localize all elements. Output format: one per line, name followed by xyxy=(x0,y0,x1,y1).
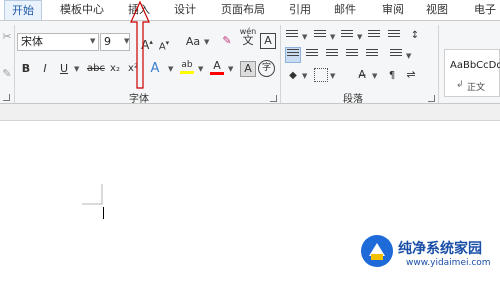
watermark-logo-icon xyxy=(361,235,393,267)
font-name-value: 宋体 xyxy=(21,35,43,48)
tab-page-layout[interactable]: 页面布局 xyxy=(221,0,265,20)
borders-dropdown-icon[interactable]: ▼ xyxy=(330,72,335,80)
show-marks-icon[interactable]: ¶ xyxy=(386,68,398,84)
tab-template-center[interactable]: 模板中心 xyxy=(60,0,104,20)
margin-corner-mark xyxy=(82,184,103,205)
divider xyxy=(280,25,281,103)
bullets-dropdown-icon[interactable]: ▼ xyxy=(302,33,307,41)
distributed-icon[interactable] xyxy=(366,49,378,61)
bold-button[interactable]: B xyxy=(20,61,32,77)
highlight-color-bar xyxy=(180,71,194,74)
justify-icon[interactable] xyxy=(346,49,358,61)
shrink-arrow-icon: ▾ xyxy=(165,39,170,47)
font-color-dropdown-icon[interactable]: ▼ xyxy=(228,65,233,73)
watermark: 纯净系统家园 www.yidaimei.com xyxy=(360,232,500,293)
multilevel-list-dropdown-icon[interactable]: ▼ xyxy=(357,33,362,41)
shrink-font-label: A xyxy=(158,41,166,53)
align-right-icon[interactable] xyxy=(326,49,338,61)
font-color-button[interactable]: A xyxy=(210,59,224,75)
numbering-dropdown-icon[interactable]: ▼ xyxy=(330,33,335,41)
font-name-select[interactable]: 宋体 xyxy=(17,33,99,51)
font-dialog-launcher-icon[interactable] xyxy=(270,95,277,102)
highlight-color-button[interactable]: ab xyxy=(180,59,194,75)
tab-home[interactable]: 开始 xyxy=(4,0,42,20)
divider xyxy=(438,25,439,103)
shading-dropdown-icon[interactable]: ▼ xyxy=(302,72,307,80)
text-cursor xyxy=(103,207,104,219)
character-border-button[interactable]: A xyxy=(260,33,276,49)
format-painter-icon[interactable]: ✎ xyxy=(2,66,12,82)
style-normal[interactable]: AaBbCcDd ↲ 正文 xyxy=(444,49,500,97)
sort-icon[interactable]: ↕ xyxy=(408,28,422,44)
align-left-icon[interactable] xyxy=(285,47,301,63)
cut-icon[interactable]: ✂ xyxy=(2,29,12,45)
change-case-button[interactable]: Aa xyxy=(184,34,202,50)
annotation-arrow xyxy=(130,0,150,89)
subscript-button[interactable]: x₂ xyxy=(108,61,122,77)
style-return-mark: ↲ xyxy=(456,80,464,90)
highlight-label: ab xyxy=(181,60,193,70)
line-spacing-dropdown-icon[interactable]: ▼ xyxy=(406,52,411,60)
font-color-bar xyxy=(210,72,224,75)
clipboard-launcher-icon[interactable] xyxy=(3,94,10,101)
underline-button[interactable]: U xyxy=(58,61,70,77)
character-shading-icon[interactable]: A xyxy=(240,61,256,77)
tab-references[interactable]: 引用 xyxy=(289,0,311,20)
tab-view[interactable]: 视图 xyxy=(426,0,448,20)
numbering-icon[interactable] xyxy=(314,30,326,42)
font-name-dropdown-icon[interactable]: ▼ xyxy=(90,37,95,45)
style-sample: AaBbCcDd xyxy=(450,60,500,71)
ribbon-tab-bar: 开始 模板中心 插入 设计 页面布局 引用 邮件 审阅 视图 电子 xyxy=(0,0,500,21)
tab-developer[interactable]: 电子 xyxy=(474,0,496,20)
clear-formatting-icon[interactable]: ✎ xyxy=(220,33,234,49)
multilevel-list-icon[interactable] xyxy=(341,30,353,42)
asian-layout-icon[interactable]: A̶ xyxy=(354,67,370,83)
shrink-font-button[interactable]: A▾ xyxy=(158,35,170,53)
tab-mailings[interactable]: 邮件 xyxy=(334,0,356,20)
decrease-indent-icon[interactable] xyxy=(368,30,380,42)
chinese-layout-icon[interactable]: ⇌ xyxy=(404,67,418,83)
borders-icon[interactable] xyxy=(314,68,328,82)
text-effects-dropdown-icon[interactable]: ▼ xyxy=(168,65,173,73)
paragraph-dialog-launcher-icon[interactable] xyxy=(428,95,435,102)
change-case-dropdown-icon[interactable]: ▼ xyxy=(204,38,209,46)
ribbon-body: ✂ ✎ 宋体 ▼ 9 ▼ A▴ A▾ Aa ▼ ✎ wén 文 A B I U … xyxy=(0,21,500,105)
increase-indent-icon[interactable] xyxy=(388,30,400,42)
italic-button[interactable]: I xyxy=(40,61,50,77)
style-name: 正文 xyxy=(467,83,486,93)
align-center-icon[interactable] xyxy=(306,49,318,61)
enclose-character-button[interactable]: 字 xyxy=(258,60,275,77)
shading-icon[interactable]: ◆ xyxy=(286,68,300,84)
font-size-value: 9 xyxy=(104,35,111,48)
asian-layout-dropdown-icon[interactable]: ▼ xyxy=(372,72,377,80)
underline-dropdown-icon[interactable]: ▼ xyxy=(74,65,79,73)
line-spacing-icon[interactable] xyxy=(390,49,402,61)
ruler-bar xyxy=(0,104,500,121)
tab-review[interactable]: 审阅 xyxy=(382,0,404,20)
phonetic-guide-button[interactable]: wén 文 xyxy=(239,27,257,53)
phonetic-guide-char: 文 xyxy=(242,34,254,47)
highlight-dropdown-icon[interactable]: ▼ xyxy=(198,65,203,73)
divider xyxy=(14,25,15,103)
font-color-label: A xyxy=(213,59,221,72)
strikethrough-button[interactable]: abc xyxy=(86,61,106,77)
bullets-icon[interactable] xyxy=(286,30,298,42)
tab-design[interactable]: 设计 xyxy=(174,0,196,20)
watermark-url: www.yidaimei.com xyxy=(406,258,491,268)
watermark-text: 纯净系统家园 xyxy=(398,241,482,257)
